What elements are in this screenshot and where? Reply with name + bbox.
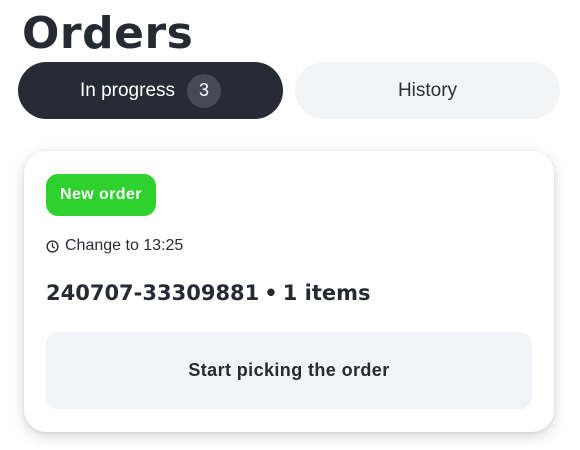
order-separator: • <box>264 281 278 305</box>
orders-screen: Orders In progress 3 History New order C… <box>0 0 580 450</box>
order-summary: 240707-33309881 • 1 items <box>46 281 371 305</box>
order-tabs: In progress 3 History <box>18 62 560 119</box>
status-badge: New order <box>46 174 156 216</box>
tab-history-label: History <box>397 79 458 101</box>
tab-in-progress-label: In progress <box>79 79 176 101</box>
order-card[interactable]: New order Change to 13:25 240707-3330988… <box>24 151 554 432</box>
start-picking-button[interactable]: Start picking the order <box>46 332 532 409</box>
change-time-row: Change to 13:25 <box>46 237 183 255</box>
page-title: Orders <box>22 8 194 59</box>
tab-history[interactable]: History <box>295 62 560 119</box>
change-time-text: Change to 13:25 <box>65 237 184 254</box>
clock-icon <box>46 239 59 253</box>
order-item-count: 1 items <box>282 281 371 305</box>
order-number: 240707-33309881 <box>46 281 260 305</box>
tab-in-progress[interactable]: In progress 3 <box>18 62 283 119</box>
in-progress-count-badge: 3 <box>187 73 222 108</box>
